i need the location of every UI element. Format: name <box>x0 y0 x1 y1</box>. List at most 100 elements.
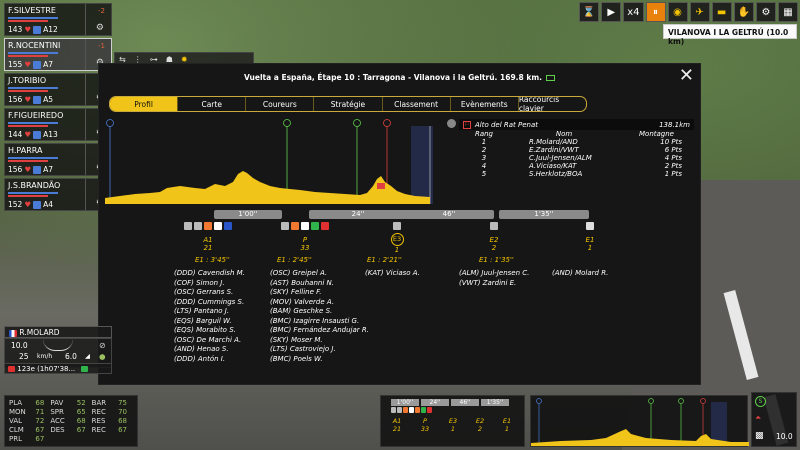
slope-icon: ◢ <box>85 352 90 360</box>
climb-header: ⚐ Alto del Rat Penat 138.1km <box>459 119 694 130</box>
time-gap-bar: 1'00'' <box>214 210 282 219</box>
tab-1[interactable]: Carte <box>178 97 247 111</box>
rider-entry[interactable]: (COF) Simon J. <box>174 279 245 289</box>
climb-icon[interactable]: ⏶ <box>755 413 761 423</box>
rider-entry[interactable]: (VWT) Zardini E. <box>459 279 529 289</box>
rider-entry[interactable]: (AND) Henao S. <box>174 345 245 355</box>
stat-item: ACC 68 <box>50 417 86 425</box>
hourglass-icon[interactable]: ⌛ <box>578 2 600 22</box>
rider-panel[interactable]: R.NOCENTINI155♥A7-1⚙ <box>4 38 112 71</box>
rider-entry[interactable]: (MOV) Valverde A. <box>270 298 369 308</box>
jersey-icon <box>33 26 42 34</box>
rider-panel[interactable]: J.S.BRANDÃO152♥A4⚙ <box>4 178 112 211</box>
rider-entry[interactable]: (DDD) Cavendish M. <box>174 269 245 279</box>
rider-entry[interactable]: (DDD) Antón I. <box>174 355 245 365</box>
jersey-icon <box>8 366 15 372</box>
rider-entry[interactable]: (BAM) Geschke S. <box>270 307 369 317</box>
rider-entry[interactable]: (OSC) Greipel A. <box>270 269 369 279</box>
mini-label: E2 2 <box>475 417 485 433</box>
group-rider-list: (KAT) Viciaso A. <box>365 269 420 279</box>
sprint-icon[interactable]: S <box>755 396 766 407</box>
rider-entry[interactable]: (DDD) Cummings S. <box>174 298 245 308</box>
tab-4[interactable]: Classement <box>383 97 451 111</box>
rider-entry[interactable]: (BMC) Fernández Andujar R. <box>270 326 369 336</box>
flag-icon <box>9 329 17 337</box>
mini-profile-chart <box>531 398 749 446</box>
toggle-button[interactable] <box>447 119 456 128</box>
ranking-header: Rang Nom Montagne <box>459 130 694 138</box>
finish-flag-icon[interactable]: ▩ <box>755 431 764 441</box>
rider-entry[interactable]: (OSC) De Marchi A. <box>174 336 245 346</box>
gear-icon[interactable]: ⚙ <box>96 23 104 33</box>
event-group-5[interactable]: E1 1 <box>575 222 605 252</box>
event-label: E2 <box>489 236 499 244</box>
rider-panel[interactable]: J.TORIBIO156♥A5⚙ <box>4 73 112 106</box>
group-gap: E1 : 2'45'' <box>277 256 312 264</box>
close-icon[interactable]: ✕ <box>679 66 694 86</box>
ranking-row: 3 C.Juul-Jensen/ALM 4 Pts <box>459 154 694 162</box>
jersey-icon <box>33 96 42 104</box>
tab-0[interactable]: Profil <box>110 97 179 111</box>
mini-stage-profile[interactable] <box>530 395 749 447</box>
event-group-4[interactable]: E2 2 <box>479 222 509 252</box>
stat-item: PLA 68 <box>9 399 45 407</box>
rider-stats: PLA 68 PAV 52 BAR 75 MON 71 SPR 65 REC 70 VAL 72 ACC 68… <box>4 395 138 447</box>
rider-entry[interactable]: (KAT) Viciaso A. <box>365 269 420 279</box>
grid-icon[interactable]: ▦ <box>778 2 798 22</box>
stat-item: RES 68 <box>91 417 127 425</box>
rider-entry[interactable]: (SKY) Felline F. <box>270 288 369 298</box>
group-rider-list: (DDD) Cavendish M. (COF) Simon J. (OSC) Ge… <box>174 269 245 364</box>
rider-entry[interactable]: (EQS) Morabito S. <box>174 326 245 336</box>
tab-6[interactable]: Raccourcis clavier <box>519 97 586 111</box>
rider-entry[interactable]: (BMC) Izagirre Insausti G. <box>270 317 369 327</box>
tab-2[interactable]: Coureurs <box>246 97 315 111</box>
play-button[interactable]: ▶ <box>601 2 622 22</box>
rider-entry[interactable]: (AND) Molard R. <box>552 269 608 279</box>
heart-icon: ♥ <box>24 165 32 174</box>
rider-entry[interactable]: (OSC) Gerrans S. <box>174 288 245 298</box>
tab-3[interactable]: Stratégie <box>314 97 383 111</box>
car-icon[interactable]: ▬ <box>711 2 732 22</box>
rider-entry[interactable]: (ALM) Juul-Jensen C. <box>459 269 529 279</box>
rider-entry[interactable]: (SKY) Moser M. <box>270 336 369 346</box>
rider-side: -2 ⚙ <box>85 4 111 35</box>
tab-5[interactable]: Evènements <box>451 97 519 111</box>
location-label: VILANOVA I LA GELTRÚ (10.0 km) <box>663 24 797 46</box>
rider-panel[interactable]: F.SILVESTRE 143 ♥ A12 -2 ⚙ <box>4 3 112 36</box>
speed-value: 10.0 <box>11 341 28 350</box>
mini-race-panel[interactable]: 1'00'' 24'' 46'' 1'35'' A1 21 P 33 E3 1 E2 2… <box>380 395 525 447</box>
helicopter-icon[interactable]: ✈ <box>689 2 710 22</box>
stat-item: SPR 65 <box>50 408 86 416</box>
rider-bars <box>8 17 80 22</box>
ranking-cell: 2 Pts <box>664 162 682 170</box>
event-group-2[interactable]: P 33 <box>275 222 335 252</box>
eye-icon[interactable]: ◉ <box>667 2 688 22</box>
event-group-1[interactable]: A1 21 <box>179 222 237 252</box>
event-label: E1 <box>585 236 595 244</box>
pedal-icon[interactable]: ● <box>99 352 106 361</box>
pause-button[interactable]: ⏸ <box>645 2 666 22</box>
time-gap-bar: 46'' <box>404 210 494 219</box>
hand-icon[interactable]: ✋ <box>733 2 754 22</box>
stat-item: REC 70 <box>91 408 127 416</box>
brake-icon[interactable]: ⊘ <box>99 341 106 350</box>
rider-panel[interactable]: H.PARRA156♥A7⚙ <box>4 143 112 176</box>
mini-jerseys <box>391 407 432 413</box>
rider-entry[interactable]: (BMC) Poels W. <box>270 355 369 365</box>
heart-icon: ♥ <box>24 60 32 69</box>
rider-panel[interactable]: F.FIGUEIREDO144♥A13⚙ <box>4 108 112 141</box>
rider-entry[interactable]: (EQS) Barguil W. <box>174 317 245 327</box>
event-group-3[interactable]: E3 1 <box>384 222 410 254</box>
speed-button[interactable]: x4 <box>623 2 644 22</box>
ranking-cell: 2 <box>481 146 487 154</box>
rider-entry[interactable]: (AST) Bouhanni N. <box>270 279 369 289</box>
rider-entry[interactable]: (LTS) Castroviejo J. <box>270 345 369 355</box>
rider-info: 156 ♥ A7 <box>8 165 53 174</box>
jersey-row <box>179 222 237 231</box>
rider-entry[interactable]: (LTS) Pantano J. <box>174 307 245 317</box>
rider-info: 156 ♥ A5 <box>8 95 53 104</box>
mini-gap: 46'' <box>451 399 479 406</box>
ranking-cell: 1 Pts <box>664 170 682 178</box>
group-gap: E1 : 3'45'' <box>195 256 230 264</box>
gear-icon[interactable]: ⚙ <box>756 2 776 22</box>
